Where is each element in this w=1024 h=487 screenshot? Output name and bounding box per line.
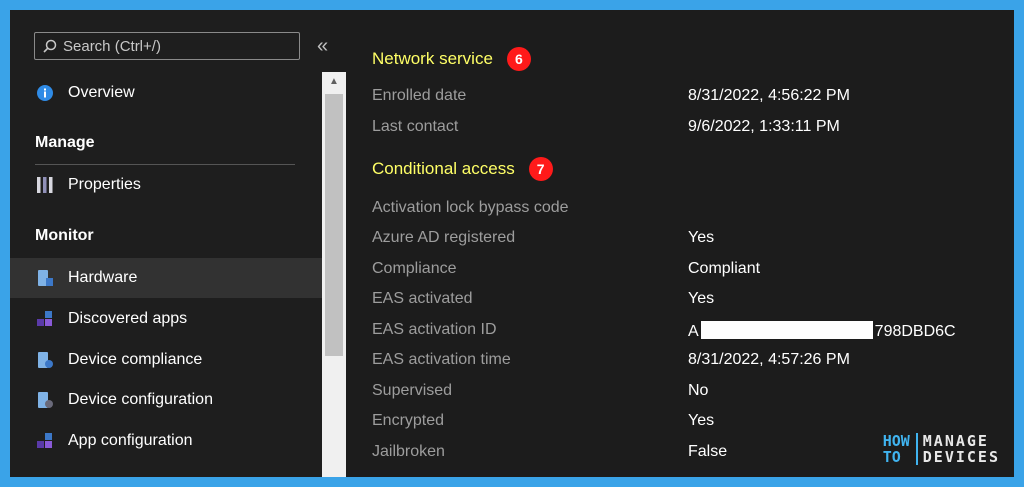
step-badge: 7 <box>528 157 553 181</box>
sidebar-item-label: Discovered apps <box>68 310 188 327</box>
detail-row-azure-ad-registered: Azure AD registered Yes <box>372 229 992 251</box>
sidebar-item-properties[interactable]: Properties <box>10 165 322 205</box>
detail-label: Last contact <box>372 118 459 135</box>
hardware-details-pane: Network service 6 Enrolled date 8/31/202… <box>346 10 1014 477</box>
sidebar-item-label: Device configuration <box>68 391 213 408</box>
sidebar-item-discovered-apps[interactable]: Discovered apps <box>10 299 322 339</box>
section-monitor: Monitor <box>35 227 94 244</box>
section-conditional-access: Conditional access 7 <box>372 157 553 181</box>
sidebar-item-label: Device compliance <box>68 351 203 368</box>
detail-label: EAS activation ID <box>372 321 497 338</box>
sidebar-scrollbar[interactable]: ▲ <box>322 72 346 477</box>
hardware-icon <box>36 269 54 287</box>
detail-row-eas-activation-id: EAS activation ID A 798DBD6C <box>372 321 992 343</box>
detail-value: 8/31/2022, 4:57:26 PM <box>688 351 850 368</box>
section-network-service: Network service 6 <box>372 47 531 71</box>
collapse-sidebar-button[interactable]: « <box>317 32 328 60</box>
detail-label: EAS activation time <box>372 351 511 368</box>
detail-row-last-contact: Last contact 9/6/2022, 1:33:11 PM <box>372 118 992 140</box>
detail-row-eas-activated: EAS activated Yes <box>372 290 992 312</box>
section-title: Conditional access <box>372 159 515 178</box>
sidebar-item-hardware[interactable]: Hardware <box>10 258 322 298</box>
howtomanagedevices-logo: HOW TO MANAGE DEVICES <box>883 433 1000 465</box>
step-badge: 6 <box>506 47 531 71</box>
app-configuration-icon <box>36 432 54 450</box>
detail-label: Compliance <box>372 260 457 277</box>
redaction-bar <box>700 321 873 339</box>
logo-to: TO <box>882 448 901 466</box>
detail-row-supervised: Supervised No <box>372 382 992 404</box>
sidebar-item-device-configuration[interactable]: Device configuration <box>10 380 322 420</box>
sidebar-item-label: Properties <box>68 176 141 193</box>
detail-value: A 798DBD6C <box>688 321 956 341</box>
detail-value: Compliant <box>688 260 761 277</box>
info-icon <box>36 84 54 102</box>
portal-frame: Search (Ctrl+/) « Overview Manage Proper… <box>10 10 1014 477</box>
sidebar-item-label: App configuration <box>68 432 193 449</box>
detail-label: Azure AD registered <box>372 229 516 246</box>
compliance-icon <box>36 351 54 369</box>
detail-label: EAS activated <box>372 290 473 307</box>
detail-value: 9/6/2022, 1:33:11 PM <box>688 118 840 135</box>
apps-icon <box>36 310 54 328</box>
detail-value: False <box>688 443 728 460</box>
detail-row-enrolled-date: Enrolled date 8/31/2022, 4:56:22 PM <box>372 87 992 109</box>
detail-label: Activation lock bypass code <box>372 199 569 216</box>
logo-devices: DEVICES <box>922 448 1000 466</box>
sidebar-item-label: Hardware <box>68 269 138 286</box>
search-icon <box>43 39 57 53</box>
detail-label: Jailbroken <box>372 443 445 460</box>
detail-label: Encrypted <box>372 412 445 429</box>
detail-value: Yes <box>688 412 715 429</box>
sidebar-item-label: Overview <box>68 84 135 101</box>
properties-icon <box>36 176 54 194</box>
configuration-icon <box>36 391 54 409</box>
sidebar: Search (Ctrl+/) « Overview Manage Proper… <box>10 10 346 477</box>
detail-row-activation-lock-bypass-code: Activation lock bypass code <box>372 199 992 221</box>
detail-row-compliance: Compliance Compliant <box>372 260 992 282</box>
detail-row-encrypted: Encrypted Yes <box>372 412 992 434</box>
detail-value: Yes <box>688 290 715 307</box>
search-box[interactable]: Search (Ctrl+/) <box>34 32 300 60</box>
scroll-up-arrow-icon[interactable]: ▲ <box>322 76 346 87</box>
detail-value: No <box>688 382 709 399</box>
logo-manage: MANAGE <box>922 432 989 450</box>
detail-value: 8/31/2022, 4:56:22 PM <box>688 87 850 104</box>
detail-value: Yes <box>688 229 715 246</box>
section-title: Network service <box>372 49 493 68</box>
detail-label: Supervised <box>372 382 453 399</box>
sidebar-item-app-configuration[interactable]: App configuration <box>10 421 322 461</box>
sidebar-item-overview[interactable]: Overview <box>10 73 322 113</box>
value-suffix: 798DBD6C <box>874 323 956 340</box>
search-placeholder: Search (Ctrl+/) <box>63 37 161 55</box>
detail-row-eas-activation-time: EAS activation time 8/31/2022, 4:57:26 P… <box>372 351 992 373</box>
logo-how: HOW <box>882 432 910 450</box>
section-manage: Manage <box>35 134 95 151</box>
scroll-thumb[interactable] <box>325 94 343 356</box>
sidebar-item-device-compliance[interactable]: Device compliance <box>10 340 322 380</box>
detail-label: Enrolled date <box>372 87 467 104</box>
value-prefix: A <box>688 323 699 340</box>
